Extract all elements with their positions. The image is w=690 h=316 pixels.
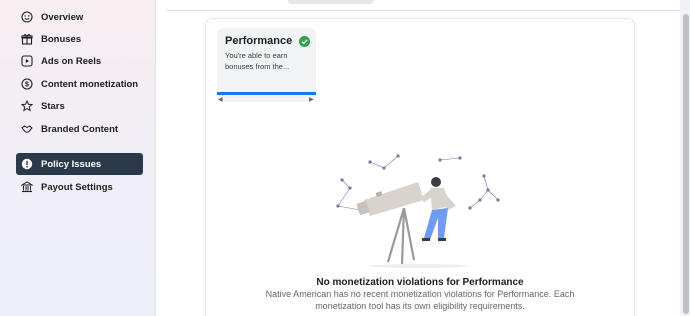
person	[420, 177, 456, 241]
telescope	[356, 182, 424, 216]
monetization-tool-tile[interactable]: Performance You're able to earn bonuses …	[217, 28, 316, 102]
check-circle-icon	[299, 34, 310, 47]
sidebar-item-label: Stars	[41, 100, 65, 112]
selected-indicator	[217, 92, 316, 95]
empty-state-description: Native American has no recent monetizati…	[265, 289, 575, 311]
sidebar-item-bonuses[interactable]: Bonuses	[16, 28, 143, 50]
sidebar: Overview Bonuses Ads on Reels $ Content …	[0, 0, 156, 316]
sidebar-item-label: Bonuses	[41, 33, 82, 45]
tripod	[386, 207, 416, 265]
handshake-icon	[20, 123, 33, 136]
dollar-circle-icon: $	[20, 78, 33, 91]
sidebar-item-policy-issues[interactable]: Policy Issues	[16, 153, 143, 175]
scroll-left-icon[interactable]: ◀	[218, 96, 223, 103]
star-icon	[20, 100, 33, 113]
telescope-illustration	[336, 154, 500, 268]
reels-icon	[20, 55, 33, 68]
gift-icon	[20, 33, 33, 46]
smiley-face-icon	[20, 11, 33, 24]
sidebar-item-label: Payout Settings	[41, 181, 113, 193]
tool-title: Performance	[225, 35, 293, 47]
tool-description: You're able to earn bonuses from the...	[225, 51, 290, 71]
bank-icon	[20, 181, 33, 194]
sidebar-item-overview[interactable]: Overview	[16, 6, 143, 28]
constellation-top	[368, 154, 400, 170]
sidebar-item-payout-settings[interactable]: Payout Settings	[16, 176, 143, 198]
sidebar-item-label: Content monetization	[41, 78, 139, 90]
sidebar-item-stars[interactable]: Stars	[16, 95, 143, 117]
sidebar-item-branded-content[interactable]: Branded Content	[16, 118, 143, 140]
sidebar-item-content-monetization[interactable]: $ Content monetization	[16, 73, 143, 95]
sidebar-item-label: Branded Content	[41, 123, 119, 135]
scrollbar-thumb[interactable]	[683, 14, 689, 314]
top-tab-edge	[288, 0, 374, 4]
sidebar-item-ads-on-reels[interactable]: Ads on Reels	[16, 50, 143, 72]
sidebar-item-label: Overview	[41, 11, 84, 23]
svg-text:$: $	[25, 82, 29, 89]
divider	[166, 10, 690, 11]
sidebar-item-label: Ads on Reels	[41, 55, 102, 67]
empty-state-title: No monetization violations for Performan…	[316, 277, 524, 288]
alert-circle-icon	[20, 158, 33, 171]
sidebar-item-label: Policy Issues	[41, 158, 102, 170]
scroll-right-icon[interactable]: ▶	[309, 96, 314, 103]
